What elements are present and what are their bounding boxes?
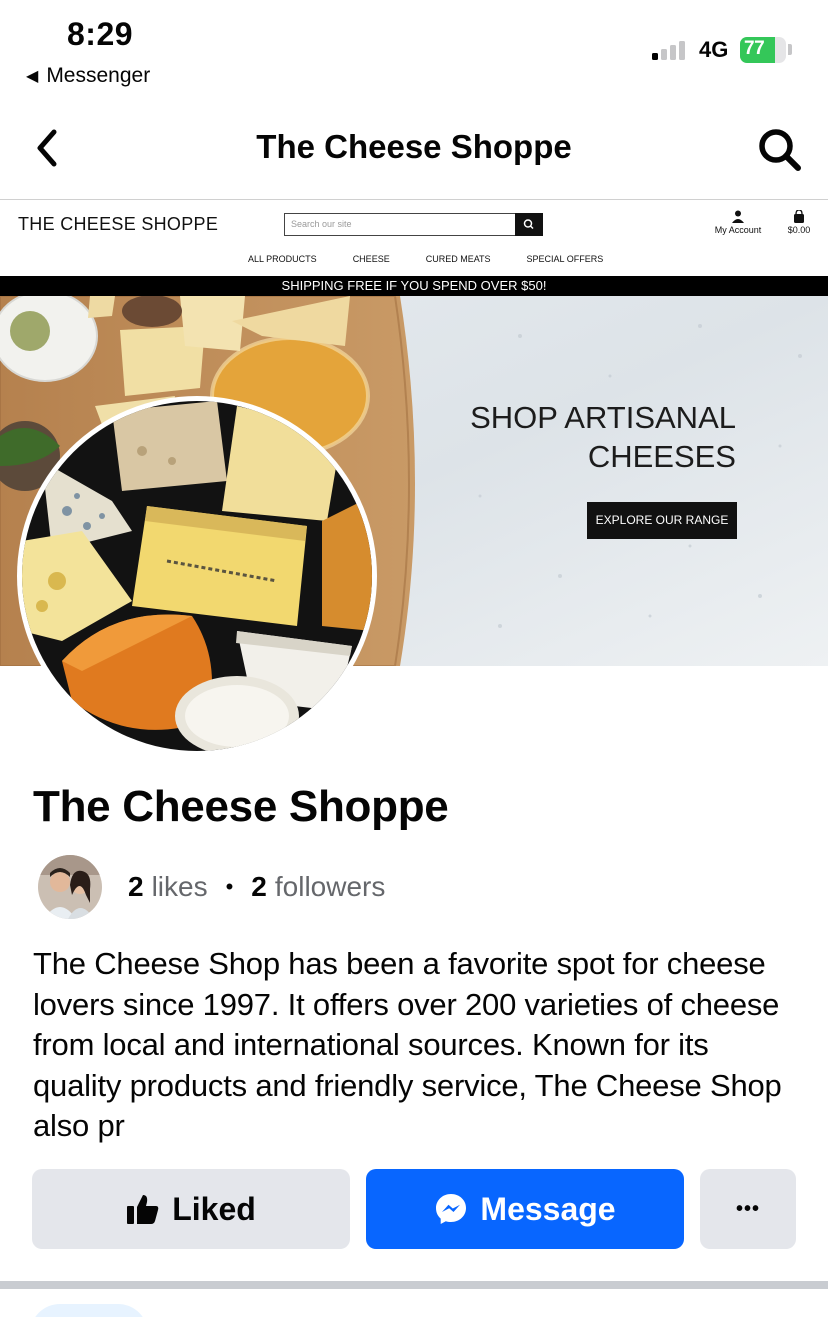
cover-hero-title-line2: CHEESES	[587, 439, 736, 474]
back-triangle-icon: ◀	[26, 68, 39, 85]
cover-hero-title-line1: SHOP ARTISANAL	[470, 400, 736, 435]
battery-cap	[788, 44, 792, 55]
likes-label: likes	[151, 871, 208, 902]
profile-picture[interactable]	[17, 396, 377, 756]
cover-explore-button: EXPLORE OUR RANGE	[587, 502, 737, 539]
liked-button[interactable]: Liked	[32, 1169, 350, 1249]
cover-search-field: Search our site	[284, 213, 516, 236]
search-icon[interactable]	[756, 126, 804, 174]
followers-count: 2	[251, 871, 267, 902]
cover-account-label: My Account	[714, 225, 762, 235]
page-title: The Cheese Shoppe	[256, 128, 572, 165]
battery-icon: 77	[740, 37, 786, 63]
status-bar: 8:29 ◀ Messenger 4G 77	[0, 0, 828, 100]
cover-nav-item: CHEESE	[352, 254, 390, 264]
cover-account-icon	[732, 210, 744, 223]
section-divider	[0, 1281, 828, 1289]
likes-count: 2	[128, 871, 144, 902]
back-app-label: Messenger	[46, 64, 151, 87]
page-header: The Cheese Shoppe	[0, 100, 828, 200]
friend-avatar[interactable]	[38, 855, 102, 919]
thumbs-up-icon	[127, 1195, 159, 1224]
signal-strength-icon	[652, 40, 685, 60]
page-stats[interactable]: 2 likes • 2 followers	[38, 855, 385, 919]
cover-nav-item: ALL PRODUCTS	[248, 254, 317, 264]
message-button[interactable]: Message	[366, 1169, 684, 1249]
message-label: Message	[480, 1190, 616, 1227]
liked-label: Liked	[172, 1190, 256, 1227]
next-section-peek	[30, 1304, 148, 1317]
cover-site-header: THE CHEESE SHOPPE Search our site My Acc…	[0, 200, 828, 276]
back-to-app-link[interactable]: ◀ Messenger	[26, 64, 150, 88]
cover-account: My Account	[712, 210, 764, 235]
page-about-text[interactable]: The Cheese Shop has been a favorite spot…	[33, 944, 803, 1147]
stats-separator: •	[225, 874, 234, 899]
followers-label: followers	[274, 871, 386, 902]
cover-cart: $0.00	[784, 209, 814, 235]
cover-search-icon	[515, 213, 543, 236]
cover-bag-icon	[794, 209, 804, 223]
more-icon: •••	[735, 1197, 760, 1220]
cheese-platter-image	[22, 401, 372, 751]
network-type: 4G	[699, 37, 729, 62]
likes-followers: 2 likes • 2 followers	[128, 871, 385, 903]
cover-cart-total: $0.00	[787, 225, 811, 235]
status-time: 8:29	[67, 16, 134, 52]
page-name: The Cheese Shoppe	[33, 782, 449, 831]
cover-nav-item: SPECIAL OFFERS	[526, 254, 604, 264]
cover-site-nav: ALL PRODUCTS CHEESE CURED MEATS SPECIAL …	[248, 254, 639, 264]
more-options-button[interactable]: •••	[700, 1169, 796, 1249]
cover-nav-item: CURED MEATS	[425, 254, 491, 264]
messenger-icon	[436, 1194, 467, 1224]
cover-site-logo: THE CHEESE SHOPPE	[18, 214, 219, 234]
battery-level: 77	[744, 38, 765, 59]
cover-shipping-banner: SHIPPING FREE IF YOU SPEND OVER $50!	[0, 276, 828, 296]
cover-hero-title: SHOP ARTISANAL CHEESES	[440, 398, 736, 476]
